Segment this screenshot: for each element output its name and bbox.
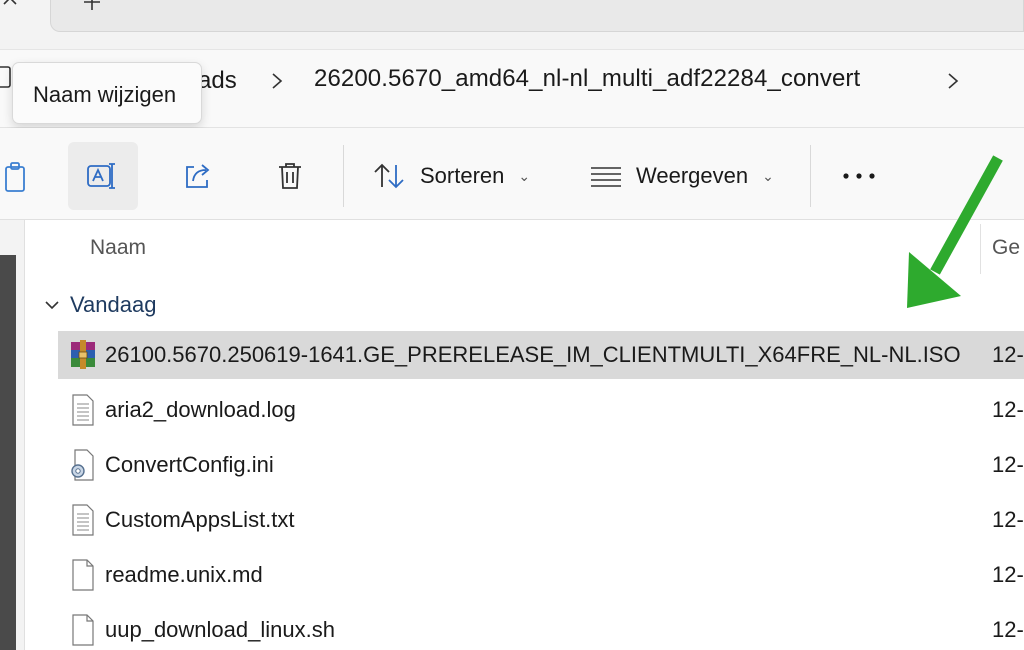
delete-button[interactable]: [258, 142, 322, 210]
file-row[interactable]: 26100.5670.250619-1641.GE_PRERELEASE_IM_…: [58, 331, 1024, 379]
file-name: CustomAppsList.txt: [105, 507, 295, 532]
breadcrumb-expand-chevron-icon[interactable]: [944, 70, 962, 92]
file-name: aria2_download.log: [105, 397, 296, 422]
sort-label: Sorteren: [420, 163, 505, 188]
active-tab[interactable]: [50, 0, 1024, 32]
file-date: 12-: [992, 397, 1024, 422]
toolbar-divider: [810, 145, 811, 207]
file-date: 12-: [992, 617, 1024, 642]
tooltip: Naam wijzigen: [12, 62, 202, 124]
sort-icon: [374, 163, 404, 189]
column-header-name[interactable]: Naam: [90, 236, 146, 260]
file-name: ConvertConfig.ini: [105, 452, 274, 477]
file-name: uup_download_linux.sh: [105, 617, 335, 642]
sort-button[interactable]: Sorteren ⌄: [360, 142, 550, 210]
file-row[interactable]: uup_download_linux.sh 12-: [58, 606, 1024, 650]
tab-strip: [0, 0, 1024, 50]
rename-icon: [87, 163, 115, 189]
config-file-icon: [71, 449, 94, 481]
annotation-arrow-icon: [907, 155, 1003, 308]
file-row[interactable]: readme.unix.md 12-: [58, 551, 1024, 599]
text-file-icon: [72, 394, 94, 426]
more-icon: [843, 173, 875, 179]
new-tab-icon[interactable]: [80, 0, 104, 14]
blank-file-icon: [72, 614, 94, 646]
paste-button[interactable]: [0, 148, 30, 208]
navigation-pane-scrollbar[interactable]: [0, 255, 16, 650]
view-list-icon: [591, 167, 621, 187]
file-name: readme.unix.md: [105, 562, 263, 587]
file-row[interactable]: CustomAppsList.txt 12-: [58, 496, 1024, 544]
file-date: 12-: [992, 452, 1024, 477]
file-row[interactable]: aria2_download.log 12-: [58, 386, 1024, 434]
blank-file-icon: [72, 559, 94, 591]
file-date: 12-: [992, 562, 1024, 587]
paste-icon: [5, 162, 25, 192]
toolbar-divider: [343, 145, 344, 207]
chevron-down-icon: [45, 301, 59, 310]
view-button[interactable]: Weergeven ⌄: [578, 142, 788, 210]
share-icon: [186, 164, 210, 188]
chevron-down-icon: ⌄: [762, 167, 774, 184]
tooltip-text: Naam wijzigen: [33, 82, 177, 107]
file-row[interactable]: ConvertConfig.ini 12-: [58, 441, 1024, 489]
breadcrumb-previous[interactable]: ads: [198, 67, 237, 95]
view-label: Weergeven: [636, 163, 749, 188]
rename-button[interactable]: [68, 142, 138, 210]
text-file-icon: [72, 504, 94, 536]
file-date: 12-: [992, 342, 1024, 367]
breadcrumb-separator-icon[interactable]: [268, 70, 286, 92]
file-name: 26100.5670.250619-1641.GE_PRERELEASE_IM_…: [105, 342, 961, 367]
more-options-button[interactable]: [826, 142, 892, 210]
group-header-today[interactable]: Vandaag: [44, 292, 156, 318]
chevron-down-icon: ⌄: [518, 167, 531, 184]
group-label: Vandaag: [70, 292, 157, 317]
winrar-archive-icon: [71, 340, 95, 369]
share-button[interactable]: [166, 142, 230, 210]
trash-icon: [279, 163, 301, 189]
file-date: 12-: [992, 507, 1024, 532]
breadcrumb-current[interactable]: 26200.5670_amd64_nl-nl_multi_adf22284_co…: [314, 65, 860, 93]
close-tab-icon[interactable]: [0, 0, 22, 10]
